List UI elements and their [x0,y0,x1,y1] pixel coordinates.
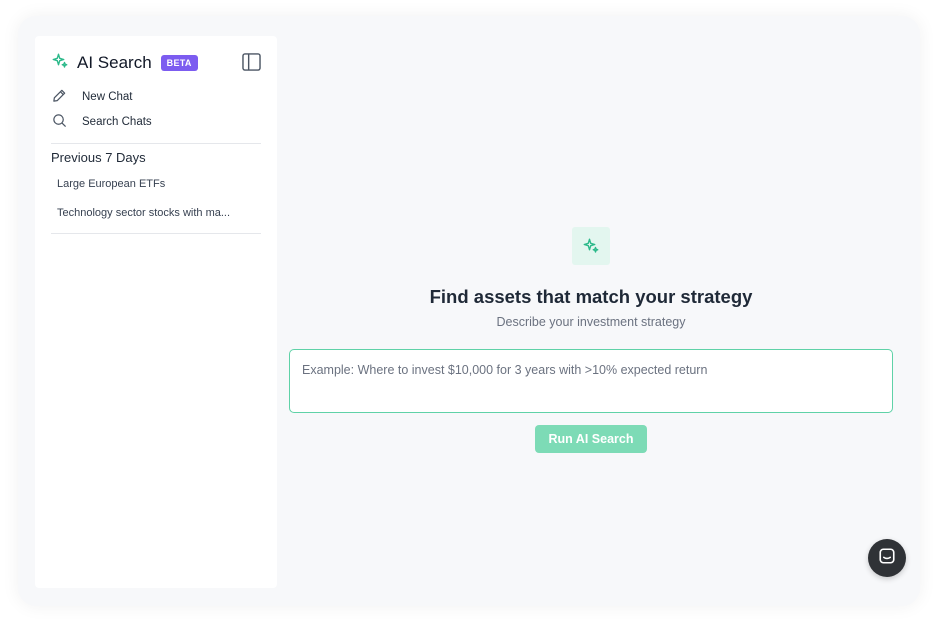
page-subtitle: Describe your investment strategy [496,315,686,329]
sidebar-divider [51,233,261,234]
chat-icon [878,547,896,570]
pencil-icon [52,88,67,106]
new-chat-label: New Chat [82,91,133,103]
sidebar-brand: AI Search BETA [51,52,198,74]
strategy-input[interactable] [289,349,893,413]
search-chats-label: Search Chats [82,116,152,128]
history-section-title: Previous 7 Days [51,150,146,165]
search-chats-button[interactable]: Search Chats [52,113,152,131]
beta-badge: BETA [160,55,198,71]
sidebar-toggle-icon[interactable] [242,53,261,71]
chat-launcher-button[interactable] [868,539,906,577]
sparkle-icon [51,52,69,75]
history-item[interactable]: Technology sector stocks with ma... [57,207,230,219]
page-title: Find assets that match your strategy [429,286,753,307]
app-window: AI Search BETA New Chat Search Chats Pre… [18,16,920,606]
history-item[interactable]: Large European ETFs [57,178,165,190]
run-ai-search-button[interactable]: Run AI Search [535,425,647,453]
sidebar: AI Search BETA New Chat Search Chats Pre… [35,36,277,588]
sidebar-title: AI Search [77,53,152,72]
new-chat-button[interactable]: New Chat [52,88,133,106]
search-icon [52,113,67,131]
sparkle-icon [572,227,610,265]
sidebar-divider [51,143,261,144]
